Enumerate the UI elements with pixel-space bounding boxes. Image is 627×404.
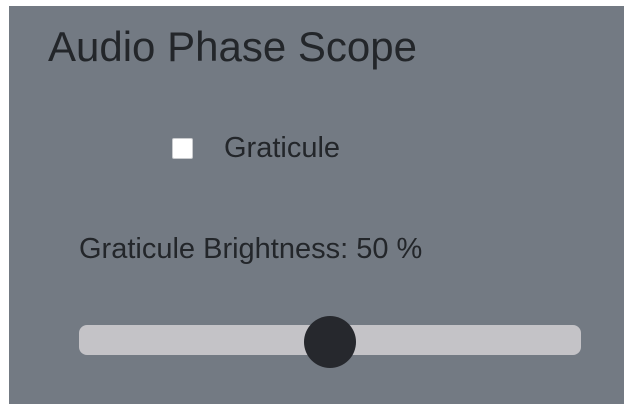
graticule-brightness-prefix: Graticule Brightness:: [79, 233, 357, 265]
panel-title: Audio Phase Scope: [48, 23, 417, 70]
graticule-checkbox-label[interactable]: Graticule: [224, 130, 340, 166]
audio-phase-scope-panel: Audio Phase Scope Graticule Graticule Br…: [9, 6, 624, 404]
graticule-brightness-unit: %: [388, 233, 423, 265]
slider-thumb[interactable]: [304, 316, 356, 368]
graticule-brightness-value: 50: [356, 233, 389, 265]
graticule-brightness-label: Graticule Brightness: 50 %: [79, 231, 422, 267]
graticule-checkbox[interactable]: [172, 137, 193, 159]
graticule-toggle[interactable]: Graticule: [172, 130, 340, 166]
graticule-brightness-slider[interactable]: [79, 310, 581, 368]
